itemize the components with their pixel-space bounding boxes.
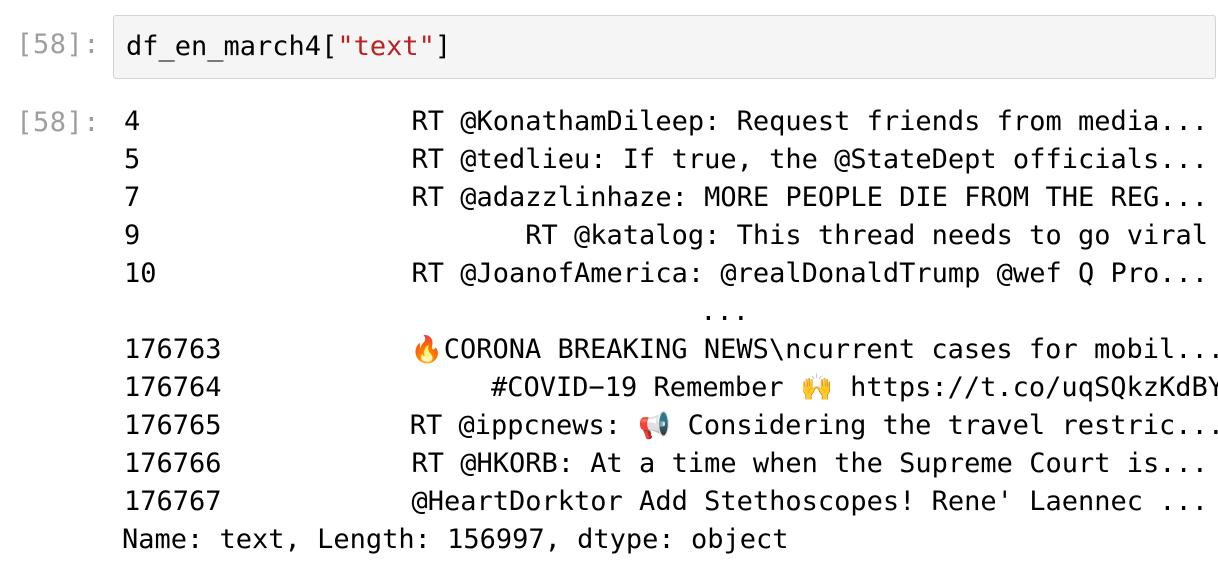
row-index: 4 xyxy=(124,106,141,137)
series-row: 4 RT @KonathamDileep: Request friends fr… xyxy=(124,103,1214,141)
input-prompt: [58]: xyxy=(16,29,100,60)
row-index: 5 xyxy=(124,144,141,175)
code-text-end: ] xyxy=(434,31,452,62)
row-index: 9 xyxy=(124,220,141,251)
row-value: #COVID−19 Remember 🙌 https://t.co/uqSQkz… xyxy=(491,369,1218,407)
row-index: 176766 xyxy=(124,448,222,479)
fire-icon: 🔥 xyxy=(410,335,443,365)
row-value: @HeartDorktor Add Stethoscopes! Rene' La… xyxy=(411,486,1208,517)
row-value-text: #COVID−19 Remember xyxy=(491,372,800,403)
row-value: RT @ippcnews: 📢 Considering the travel r… xyxy=(410,407,1218,445)
ellipsis-row: ... xyxy=(124,293,1214,331)
output-area: 4 RT @KonathamDileep: Request friends fr… xyxy=(122,103,1218,559)
series-row: 176764 #COVID−19 Remember 🙌 https://t.co… xyxy=(124,369,1218,407)
series-row: 5 RT @tedlieu: If true, the @StateDept o… xyxy=(124,141,1214,179)
megaphone-icon: 📢 xyxy=(638,411,671,441)
code-text: df_en_march4[ xyxy=(126,31,338,62)
row-index: 176767 xyxy=(124,486,222,517)
row-value: RT @tedlieu: If true, the @StateDept off… xyxy=(411,144,1208,175)
series-row: 10 RT @JoanofAmerica: @realDonaldTrump @… xyxy=(124,255,1214,293)
row-index: 176763 xyxy=(124,334,222,365)
row-index: 10 xyxy=(124,258,157,289)
row-value: RT @katalog: This thread needs to go vir… xyxy=(525,220,1208,251)
code-cell-input[interactable]: df_en_march4["text"] xyxy=(113,15,1216,79)
row-value: RT @KonathamDileep: Request friends from… xyxy=(411,106,1208,137)
row-value: RT @JoanofAmerica: @realDonaldTrump @wef… xyxy=(411,258,1208,289)
row-value: 🔥CORONA BREAKING NEWS\ncurrent cases for… xyxy=(410,331,1218,369)
series-row: 176766 RT @HKORB: At a time when the Sup… xyxy=(124,445,1214,483)
code-string-literal: "text" xyxy=(337,31,435,62)
series-row: 9 RT @katalog: This thread needs to go v… xyxy=(124,217,1214,255)
row-value-text: RT @ippcnews: xyxy=(409,410,638,441)
row-index: 176765 xyxy=(124,410,222,441)
raised-hands-icon: 🙌 xyxy=(800,373,834,403)
row-value-text: Considering the travel restric... xyxy=(671,410,1218,441)
row-value-link: https://t.co/uqSQkzKdBY xyxy=(833,372,1218,403)
series-footer: Name: text, Length: 156997, dtype: objec… xyxy=(122,524,789,555)
series-row: 176767 @HeartDorktor Add Stethoscopes! R… xyxy=(124,483,1214,521)
row-value-text: CORONA BREAKING NEWS\ncurrent cases for … xyxy=(443,334,1218,365)
series-row: 176763 🔥CORONA BREAKING NEWS\ncurrent ca… xyxy=(124,331,1218,369)
row-ellipsis: ... xyxy=(700,296,749,327)
row-index: 176764 xyxy=(124,372,222,403)
output-prompt: [58]: xyxy=(16,107,100,138)
row-value: RT @HKORB: At a time when the Supreme Co… xyxy=(411,448,1208,479)
series-row: 7 RT @adazzlinhaze: MORE PEOPLE DIE FROM… xyxy=(124,179,1214,217)
series-row: 176765 RT @ippcnews: 📢 Considering the t… xyxy=(124,407,1218,445)
row-value: RT @adazzlinhaze: MORE PEOPLE DIE FROM T… xyxy=(411,182,1208,213)
row-index: 7 xyxy=(124,182,141,213)
